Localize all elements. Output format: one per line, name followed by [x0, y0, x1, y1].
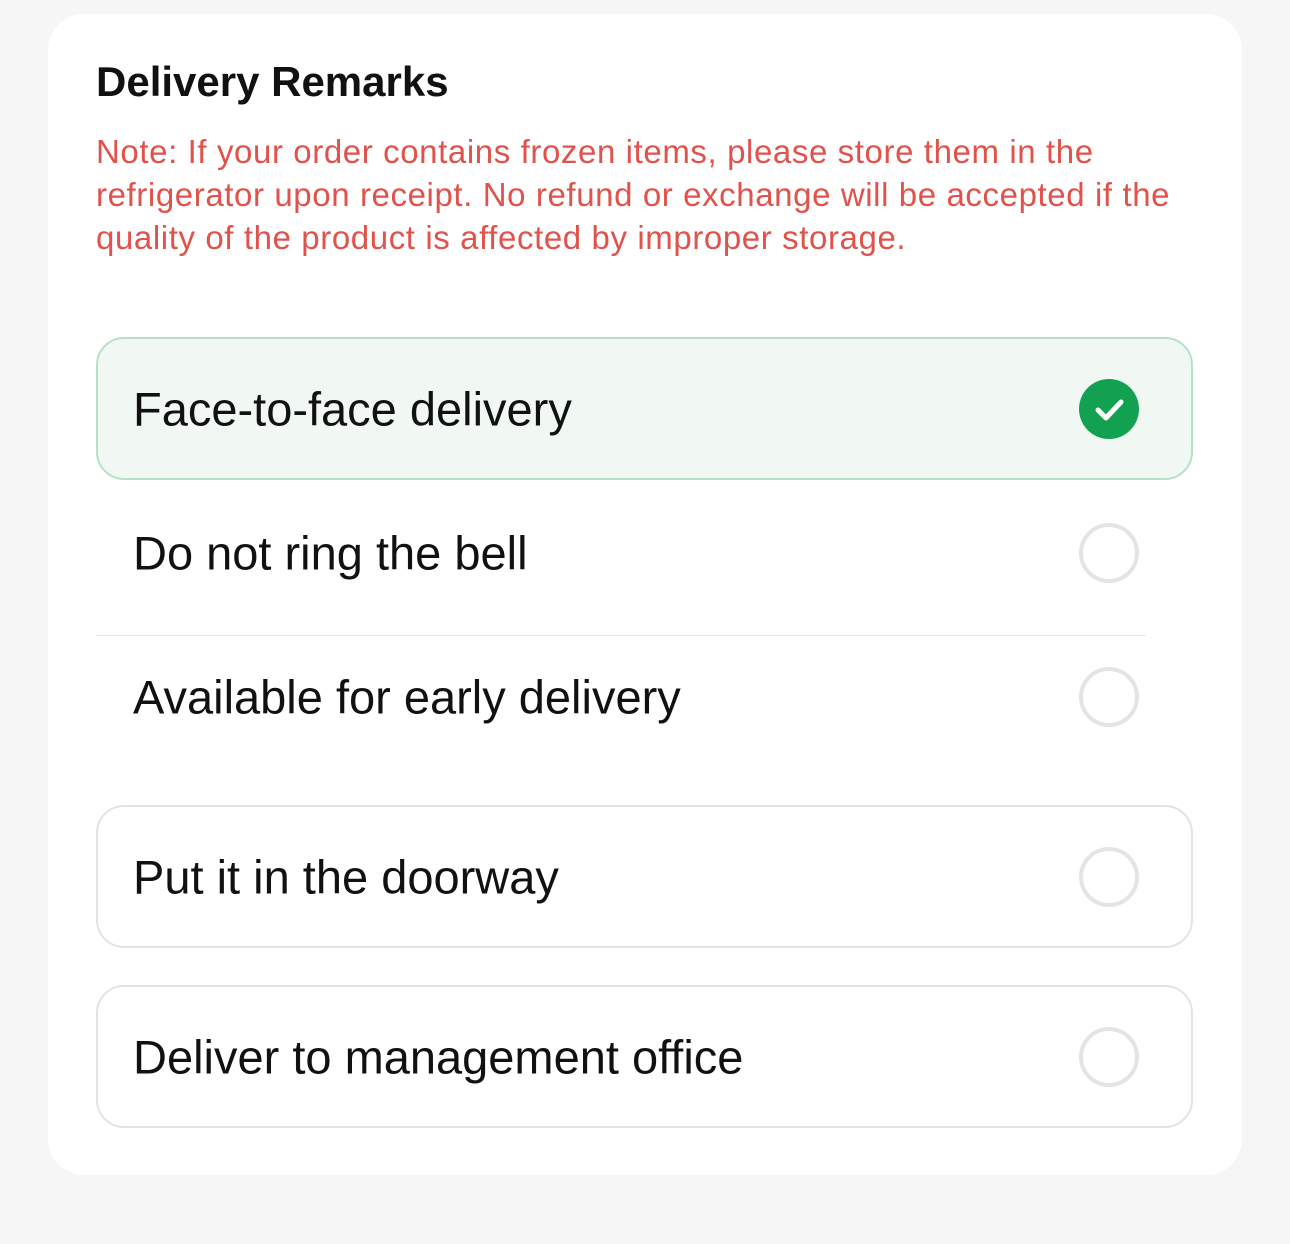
option-do-not-ring-bell[interactable]: Do not ring the bell: [96, 481, 1193, 624]
option-label: Face-to-face delivery: [133, 382, 572, 435]
radio-circle-icon[interactable]: [1079, 666, 1139, 727]
option-early-delivery[interactable]: Available for early delivery: [96, 625, 1193, 768]
option-label: Deliver to management office: [133, 1030, 744, 1083]
radio-circle-icon[interactable]: [1079, 522, 1139, 583]
option-label: Available for early delivery: [133, 670, 681, 723]
radio-circle-icon[interactable]: [1079, 846, 1139, 907]
option-label: Do not ring the bell: [133, 526, 528, 579]
frozen-items-note: Note: If your order contains frozen item…: [96, 133, 1171, 256]
radio-circle-icon[interactable]: [1079, 1026, 1139, 1087]
option-face-to-face-delivery[interactable]: Face-to-face delivery: [96, 337, 1193, 480]
check-circle-icon[interactable]: [1079, 378, 1139, 439]
option-label: Put it in the doorway: [133, 850, 559, 903]
option-management-office[interactable]: Deliver to management office: [96, 985, 1193, 1128]
delivery-remarks-card: Delivery Remarks Note: If your order con…: [48, 14, 1242, 1175]
section-title: Delivery Remarks: [96, 58, 449, 105]
option-put-in-doorway[interactable]: Put it in the doorway: [96, 805, 1193, 948]
